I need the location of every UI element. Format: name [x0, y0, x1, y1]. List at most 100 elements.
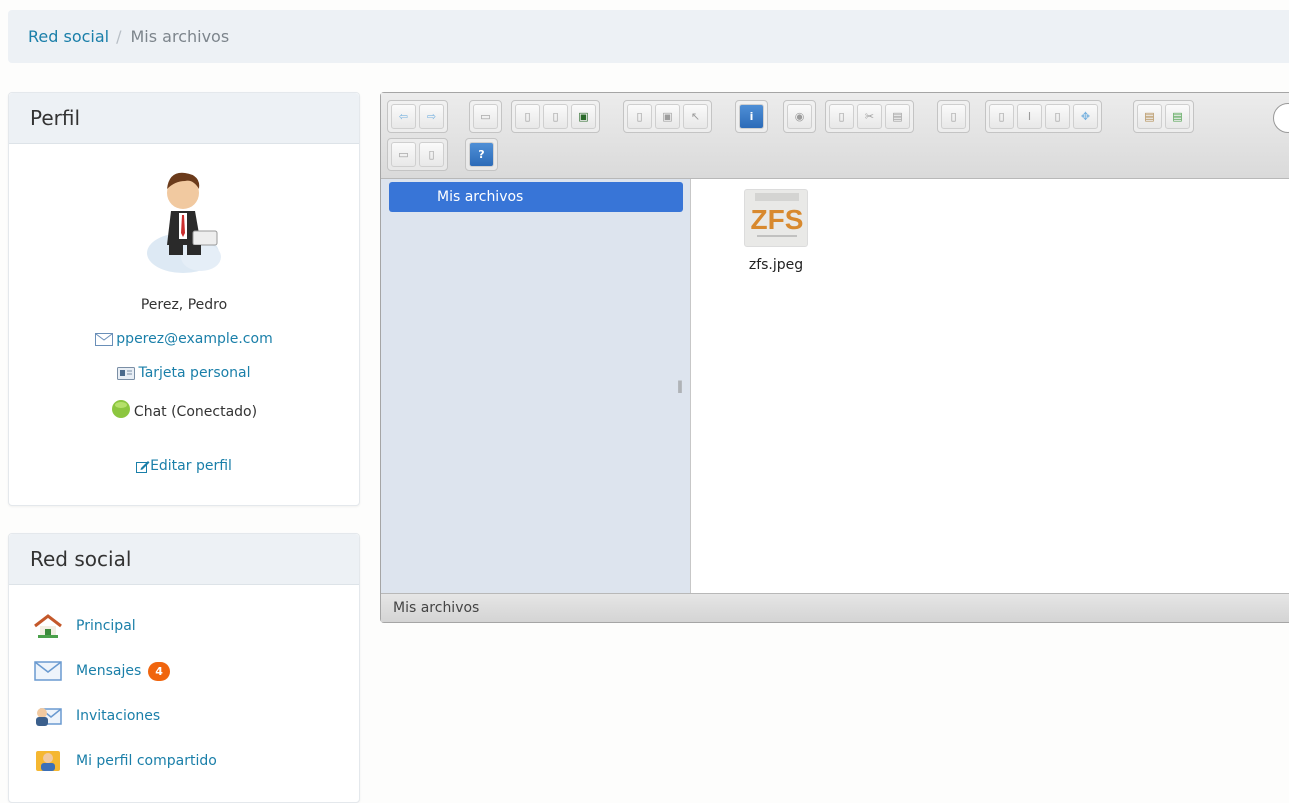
- rename-icon: I: [1027, 110, 1032, 123]
- id-card-icon: [117, 367, 136, 384]
- social-panel: Red social Principal Mensajes 4 Invitaci…: [8, 533, 360, 803]
- personal-card-link[interactable]: Tarjeta personal: [138, 365, 250, 381]
- toolbar-group-home: ▭: [469, 100, 502, 133]
- search-button[interactable]: [1273, 103, 1289, 133]
- social-panel-heading: Red social: [9, 534, 359, 585]
- nav-item-label: Mi perfil compartido: [76, 753, 217, 769]
- cursor-icon: ↖: [690, 110, 701, 123]
- profile-name: Perez, Pedro: [140, 297, 228, 313]
- open-button[interactable]: ▯: [627, 104, 652, 129]
- breadcrumb-separator: /: [116, 27, 122, 46]
- rename-button[interactable]: I: [1017, 104, 1042, 129]
- upload-icon: ▯: [552, 110, 559, 123]
- toolbar-group-file: ▯ ▯ ▣: [511, 100, 600, 133]
- file-manager: ⇦ ⇨ ▭ ▯ ▯ ▣ ▯ ▣ ↖ i ◉ ▯ ✂ ▤ ▯ ▯ I ▯ ✥ ▤ …: [380, 92, 1289, 623]
- nav-item-label: Mensajes: [76, 663, 142, 679]
- copy-icon: ▯: [838, 110, 845, 123]
- sort-button[interactable]: ▯: [419, 142, 444, 167]
- edit-profile-label: Editar perfil: [150, 458, 232, 474]
- reload-icon: ▯: [524, 110, 531, 123]
- forward-button[interactable]: ⇨: [419, 104, 444, 129]
- profile-email-row: pperez@example.com: [9, 331, 359, 350]
- profile-card-row: Tarjeta personal: [9, 365, 359, 384]
- nav-item-messages[interactable]: Mensajes 4: [33, 659, 170, 683]
- edit-profile-link[interactable]: Editar perfil: [136, 458, 232, 474]
- splitter-handle[interactable]: ‖: [677, 379, 683, 393]
- file-list: ZFS zfs.jpeg: [692, 179, 1289, 594]
- home-button[interactable]: ▭: [473, 104, 498, 129]
- archive-icon: ▤: [1144, 110, 1155, 123]
- help-button[interactable]: ?: [469, 142, 494, 167]
- save-button[interactable]: ▣: [571, 104, 596, 129]
- copy-button[interactable]: ▯: [829, 104, 854, 129]
- upload-button[interactable]: ▯: [543, 104, 568, 129]
- toolbar-group-info: i: [735, 100, 768, 133]
- arrow-right-icon: ⇨: [426, 110, 437, 123]
- book-icon: ▯: [636, 110, 643, 123]
- preview-button[interactable]: ◉: [787, 104, 812, 129]
- select-button[interactable]: ↖: [683, 104, 708, 129]
- computer-icon: ▭: [480, 110, 491, 123]
- shared-profile-icon: [36, 751, 60, 771]
- status-bar: Mis archivos: [381, 593, 1289, 622]
- paste-button[interactable]: ▤: [885, 104, 910, 129]
- new-file-button[interactable]: ▯: [989, 104, 1014, 129]
- toolbar-group-archive: ▤ ▤: [1133, 100, 1194, 133]
- messages-count-badge: 4: [148, 661, 170, 681]
- download-button[interactable]: ▣: [655, 104, 680, 129]
- duplicate-button[interactable]: ▯: [941, 104, 966, 129]
- nav-item-shared-profile[interactable]: Mi perfil compartido: [33, 749, 217, 773]
- profile-panel: Perfil Perez, Pedro pperez@example.com T…: [8, 92, 360, 506]
- scissors-icon: ✂: [864, 110, 875, 123]
- extract-button[interactable]: ▤: [1165, 104, 1190, 129]
- file-thumbnail: ZFS: [744, 189, 808, 247]
- toolbar-group-view: ◉: [783, 100, 816, 133]
- toolbar-group-edit: ▯ ▣ ↖: [623, 100, 712, 133]
- toolbar-group-create: ▯ I ▯ ✥: [985, 100, 1102, 133]
- zfs-thumbnail-image: ZFS: [751, 193, 803, 237]
- file-item[interactable]: ZFS zfs.jpeg: [740, 189, 812, 273]
- envelope-icon: [34, 661, 62, 681]
- breadcrumb: Red social / Mis archivos: [8, 10, 1289, 63]
- list-view-button[interactable]: ▭: [391, 142, 416, 167]
- edit-icon: [136, 460, 150, 477]
- toolbar-group-history: ⇦ ⇨: [387, 100, 448, 133]
- new-file-icon: ▯: [998, 110, 1005, 123]
- home-icon: [34, 614, 62, 638]
- nav-item-label: Invitaciones: [76, 708, 161, 724]
- list-icon: ▭: [398, 148, 409, 161]
- breadcrumb-home-link[interactable]: Red social: [28, 27, 109, 46]
- folder-tree: Mis archivos ‖: [381, 179, 691, 594]
- tree-item-folder[interactable]: Mis archivos: [389, 182, 683, 212]
- cut-button[interactable]: ✂: [857, 104, 882, 129]
- breadcrumb-current: Mis archivos: [130, 27, 230, 46]
- edit-file-icon: ▯: [1054, 110, 1061, 123]
- invitation-icon: [36, 708, 62, 726]
- toolbar-group-layout: ▭ ▯: [387, 138, 448, 171]
- reload-button[interactable]: ▯: [515, 104, 540, 129]
- nav-item-invitations[interactable]: Invitaciones: [33, 704, 160, 728]
- toolbar-group-duplicate: ▯: [937, 100, 970, 133]
- info-button[interactable]: i: [739, 104, 764, 129]
- eye-icon: ◉: [794, 110, 805, 123]
- profile-panel-heading: Perfil: [9, 93, 359, 144]
- edit-file-button[interactable]: ▯: [1045, 104, 1070, 129]
- archive-button[interactable]: ▤: [1137, 104, 1162, 129]
- info-icon: i: [749, 110, 754, 123]
- nav-item-label: Principal: [76, 618, 136, 634]
- chat-status-icon: [111, 399, 131, 423]
- avatar: [147, 172, 221, 273]
- resize-icon: ✥: [1080, 110, 1091, 123]
- back-button[interactable]: ⇦: [391, 104, 416, 129]
- arrow-left-icon: ⇦: [398, 110, 409, 123]
- sort-icon: ▯: [428, 148, 435, 161]
- toolbar-group-help: ?: [465, 138, 498, 171]
- edit-profile-row: Editar perfil: [9, 458, 359, 477]
- file-manager-toolbar: ⇦ ⇨ ▭ ▯ ▯ ▣ ▯ ▣ ↖ i ◉ ▯ ✂ ▤ ▯ ▯ I ▯ ✥ ▤ …: [381, 93, 1289, 179]
- resize-button[interactable]: ✥: [1073, 104, 1098, 129]
- chat-status-label: Chat (Conectado): [133, 404, 258, 420]
- nav-item-principal[interactable]: Principal: [33, 614, 136, 638]
- profile-email-link[interactable]: pperez@example.com: [116, 331, 272, 347]
- extract-icon: ▤: [1172, 110, 1183, 123]
- clipboard-icon: ▤: [892, 110, 903, 123]
